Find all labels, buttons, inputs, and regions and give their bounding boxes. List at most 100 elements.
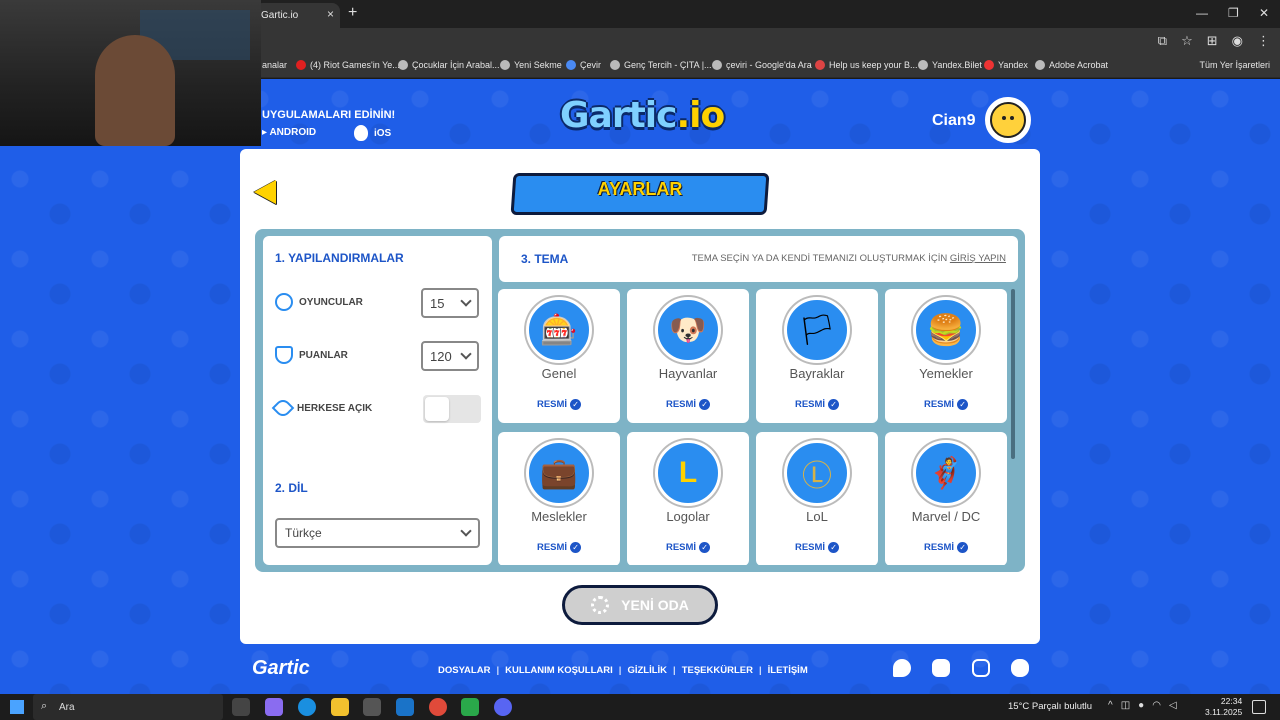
- bookmark-item[interactable]: Yeni Sekme: [500, 60, 562, 70]
- bookmark-item[interactable]: Help us keep your B...: [815, 60, 918, 70]
- points-select[interactable]: 120: [421, 341, 479, 371]
- public-toggle[interactable]: [423, 395, 481, 423]
- file-explorer-icon[interactable]: [331, 698, 349, 716]
- install-icon[interactable]: ⧉: [1158, 33, 1167, 49]
- gear-icon: [591, 596, 610, 614]
- bookmark-item[interactable]: analar: [262, 60, 287, 70]
- theme-name: LoL: [806, 509, 828, 524]
- theme-header: 3. TEMA TEMA SEÇİN YA DA KENDİ TEMANIZI …: [499, 236, 1018, 282]
- theme-card-lol[interactable]: Ⓛ LoL RESMİ ✓: [756, 432, 878, 565]
- theme-card-hayvanlar[interactable]: 🐶 Hayvanlar RESMİ ✓: [627, 289, 749, 423]
- twitter-icon[interactable]: [893, 659, 911, 677]
- weather-widget[interactable]: 15°C Parçalı bulutlu: [1008, 701, 1092, 712]
- chevron-up-icon[interactable]: ^: [1108, 700, 1113, 711]
- tab-title: Gartic.io: [261, 10, 299, 21]
- official-badge: RESMİ ✓: [627, 399, 749, 410]
- points-option: PUANLAR: [275, 346, 348, 364]
- login-link[interactable]: GİRİŞ YAPIN: [950, 253, 1006, 264]
- app-icon[interactable]: [461, 698, 479, 716]
- language-select[interactable]: Türkçe: [275, 518, 480, 548]
- bookmark-item[interactable]: Çevir: [566, 60, 601, 70]
- username[interactable]: Cian9: [932, 112, 976, 130]
- gartic-logo[interactable]: Gartic.io: [560, 95, 725, 136]
- android-link[interactable]: ▸ ANDROID: [262, 127, 316, 138]
- theme-scrollbar[interactable]: [1011, 289, 1015, 459]
- gmail-icon: [815, 60, 825, 70]
- tab-gartic[interactable]: Gartic.io ×: [255, 3, 340, 28]
- config-panel: 1. YAPILANDIRMALAR OYUNCULAR 15 PUANLAR …: [263, 236, 492, 565]
- tab-close-icon[interactable]: ×: [327, 7, 334, 21]
- footer-link-privacy[interactable]: GİZLİLİK: [627, 665, 667, 676]
- bookmark-item[interactable]: Adobe Acrobat: [1035, 60, 1108, 70]
- settings-card: AYARLAR 1. YAPILANDIRMALAR OYUNCULAR 15 …: [240, 149, 1040, 644]
- windows-start-icon[interactable]: [10, 700, 24, 714]
- bookmark-item[interactable]: Yandex.Bilet: [918, 60, 982, 70]
- bookmark-item[interactable]: çeviri - Google'da Ara: [712, 60, 812, 70]
- dog-icon: 🐶: [655, 297, 721, 363]
- all-bookmarks[interactable]: Tüm Yer İşaretleri: [1199, 60, 1270, 70]
- footer-link-contact[interactable]: İLETİŞİM: [768, 665, 808, 676]
- settings-title: AYARLAR: [597, 179, 683, 199]
- new-room-button[interactable]: YENİ ODA: [562, 585, 718, 625]
- instagram-icon[interactable]: [972, 659, 990, 677]
- theme-card-logolar[interactable]: L Logolar RESMİ ✓: [627, 432, 749, 565]
- theme-card-yemekler[interactable]: 🍔 Yemekler RESMİ ✓: [885, 289, 1007, 423]
- footer-link-files[interactable]: DOSYALAR: [438, 665, 490, 676]
- config-title: 1. YAPILANDIRMALAR: [275, 251, 404, 265]
- store-icon[interactable]: [363, 698, 381, 716]
- bookmark-item[interactable]: Çocuklar İçin Arabal...: [398, 60, 500, 70]
- official-badge: RESMİ ✓: [756, 399, 878, 410]
- bookmark-item[interactable]: Yandex: [984, 60, 1028, 70]
- star-icon[interactable]: ☆: [1181, 33, 1193, 49]
- apple-icon: [354, 125, 368, 141]
- theme-grid: 🎰 Genel RESMİ ✓ 🐶 Hayvanlar RESMİ ✓ 🏳 Bayr…: [498, 289, 1018, 565]
- acrobat-icon: [1035, 60, 1045, 70]
- new-tab-button[interactable]: +: [348, 4, 357, 22]
- footer-link-thanks[interactable]: TEŞEKKÜRLER: [682, 665, 753, 676]
- minimize-button[interactable]: —: [1196, 6, 1208, 20]
- restore-button[interactable]: ❐: [1228, 6, 1239, 20]
- official-badge: RESMİ ✓: [885, 542, 1007, 553]
- menu-icon[interactable]: ⋮: [1257, 33, 1270, 49]
- edge-icon[interactable]: [298, 698, 316, 716]
- apps-title: UYGULAMALARI EDİNİN!: [262, 109, 396, 121]
- check-icon: ✓: [828, 542, 840, 553]
- network-icon[interactable]: ◫: [1121, 700, 1130, 711]
- bookmark-item[interactable]: (4) Riot Games'in Ye...: [296, 60, 400, 70]
- clock[interactable]: 22:34 3.11.2025: [1205, 696, 1242, 718]
- extensions-icon[interactable]: ⊞: [1207, 33, 1218, 49]
- close-window-button[interactable]: ✕: [1259, 6, 1269, 20]
- check-icon: ✓: [957, 399, 969, 410]
- footer-logo[interactable]: Gartic: [252, 657, 310, 680]
- flag-icon: 🏳: [784, 297, 850, 363]
- avatar[interactable]: [985, 97, 1031, 143]
- user-icon: [275, 293, 293, 311]
- discord-icon[interactable]: [494, 698, 512, 716]
- players-select[interactable]: 15: [421, 288, 479, 318]
- youtube-icon[interactable]: [932, 659, 950, 677]
- discord-icon[interactable]: [1011, 659, 1029, 677]
- wifi-icon[interactable]: ◠: [1152, 700, 1161, 711]
- notification-icon[interactable]: [1252, 700, 1266, 714]
- outlook-icon[interactable]: [396, 698, 414, 716]
- profile-icon[interactable]: ◉: [1232, 33, 1243, 49]
- mic-icon[interactable]: ●: [1138, 700, 1144, 711]
- copilot-icon[interactable]: [265, 698, 283, 716]
- footer-link-terms[interactable]: KULLANIM KOŞULLARI: [505, 665, 613, 676]
- volume-icon[interactable]: ◁: [1169, 700, 1177, 711]
- theme-card-genel[interactable]: 🎰 Genel RESMİ ✓: [498, 289, 620, 423]
- chrome-icon[interactable]: [429, 698, 447, 716]
- check-icon: ✓: [699, 542, 711, 553]
- public-option: HERKESE AÇIK: [271, 396, 372, 420]
- back-arrow-icon[interactable]: [254, 180, 276, 204]
- task-view-icon[interactable]: [232, 698, 250, 716]
- taskbar-search[interactable]: ⌕ Ara: [33, 694, 223, 720]
- theme-card-marvel-dc[interactable]: 🦸 Marvel / DC RESMİ ✓: [885, 432, 1007, 565]
- theme-name: Bayraklar: [789, 366, 845, 381]
- chevron-down-icon: [460, 348, 472, 360]
- theme-card-meslekler[interactable]: 💼 Meslekler RESMİ ✓: [498, 432, 620, 565]
- theme-name: Hayvanlar: [658, 366, 718, 381]
- theme-card-bayraklar[interactable]: 🏳 Bayraklar RESMİ ✓: [756, 289, 878, 423]
- bookmark-item[interactable]: Genç Tercih - ÇITA |...: [610, 60, 712, 70]
- ios-link[interactable]: iOS: [354, 125, 391, 141]
